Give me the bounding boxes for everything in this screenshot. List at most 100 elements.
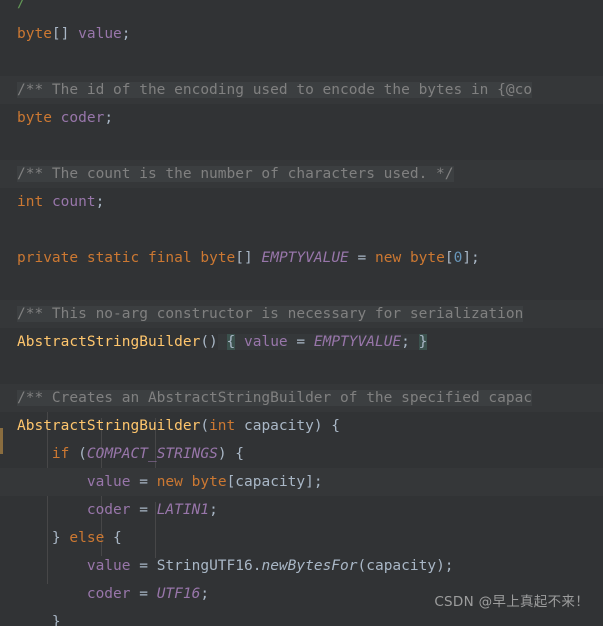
- code-token: UTF16: [156, 586, 201, 602]
- code-token: EMPTYVALUE: [313, 334, 402, 350]
- code-line[interactable]: /** The id of the encoding used to encod…: [0, 76, 603, 104]
- code-token: LATIN1: [156, 502, 210, 518]
- code-area[interactable]: / byte[] value;/** The id of the encoding…: [0, 0, 603, 626]
- code-token: value: [86, 474, 131, 490]
- code-token: /** This no-arg constructor is necessary…: [17, 306, 524, 322]
- code-token: static: [86, 250, 140, 266]
- code-token: count: [51, 194, 96, 210]
- code-token: ];: [462, 250, 480, 266]
- code-line[interactable]: AbstractStringBuilder(int capacity) {: [0, 412, 603, 440]
- code-line[interactable]: /** This no-arg constructor is necessary…: [0, 300, 603, 328]
- code-line[interactable]: [0, 132, 603, 160]
- code-token: private: [17, 250, 79, 266]
- code-token: {: [104, 530, 122, 546]
- code-token: ;: [200, 586, 210, 602]
- code-token: coder: [86, 586, 131, 602]
- code-token: =: [348, 250, 375, 266]
- code-token: [235, 334, 244, 350]
- code-token: /** Creates an AbstractStringBuilder of …: [17, 390, 533, 406]
- code-token: else: [69, 530, 105, 546]
- code-token: new: [156, 474, 183, 490]
- code-token: ;: [401, 334, 410, 350]
- code-token: if: [51, 446, 70, 462]
- code-token: byte: [17, 110, 52, 126]
- code-token: /: [17, 0, 26, 11]
- code-line[interactable]: [0, 272, 603, 300]
- code-token: AbstractStringBuilder: [17, 418, 201, 434]
- code-token: }: [418, 334, 428, 350]
- code-token: capacity) {: [235, 418, 341, 434]
- code-line[interactable]: [0, 216, 603, 244]
- code-token: =: [130, 474, 157, 490]
- code-token: coder: [60, 110, 105, 126]
- code-token: ;: [104, 110, 114, 126]
- code-token: int: [17, 194, 44, 210]
- code-line[interactable]: value = StringUTF16.newBytesFor(capacity…: [0, 552, 603, 580]
- code-token: final: [147, 250, 192, 266]
- code-line[interactable]: /** Creates an AbstractStringBuilder of …: [0, 384, 603, 412]
- code-token: newBytesFor: [261, 558, 358, 574]
- code-token: (: [69, 446, 87, 462]
- code-token: =: [130, 502, 157, 518]
- code-token: ;: [121, 26, 131, 42]
- code-line[interactable]: if (COMPACT_STRINGS) {: [0, 440, 603, 468]
- code-token: /** The id of the encoding used to encod…: [17, 82, 533, 98]
- code-token: (capacity);: [357, 558, 454, 574]
- code-line[interactable]: /: [0, 0, 603, 20]
- code-token: byte: [17, 26, 52, 42]
- code-token: value: [244, 334, 288, 350]
- code-token: int: [209, 418, 236, 434]
- code-line[interactable]: } else {: [0, 524, 603, 552]
- code-token: byte: [409, 250, 445, 266]
- code-token: }: [51, 614, 61, 626]
- code-token: =: [130, 558, 157, 574]
- csdn-watermark: CSDN @早上真起不来！: [434, 594, 589, 610]
- code-token: [capacity];: [226, 474, 323, 490]
- code-token: }: [51, 530, 70, 546]
- code-line[interactable]: [0, 356, 603, 384]
- code-line[interactable]: byte[] value;: [0, 20, 603, 48]
- code-token: coder: [86, 502, 131, 518]
- code-token: byte: [200, 250, 236, 266]
- code-token: ) {: [217, 446, 245, 462]
- code-line[interactable]: /** The count is the number of character…: [0, 160, 603, 188]
- code-token: []: [51, 26, 79, 42]
- code-line[interactable]: AbstractStringBuilder() { value = EMPTYV…: [0, 328, 603, 356]
- code-line[interactable]: int count;: [0, 188, 603, 216]
- code-token: [217, 334, 227, 350]
- code-token: StringUTF16.: [156, 558, 262, 574]
- code-line[interactable]: coder = LATIN1;: [0, 496, 603, 524]
- code-token: ;: [95, 194, 105, 210]
- code-token: ;: [209, 502, 218, 518]
- code-token: =: [130, 586, 157, 602]
- code-line[interactable]: byte coder;: [0, 104, 603, 132]
- code-token: /** The count is the number of character…: [17, 166, 454, 182]
- code-line[interactable]: [0, 48, 603, 76]
- code-token: COMPACT_STRINGS: [86, 446, 218, 462]
- code-token: value: [78, 26, 122, 42]
- code-token: [: [444, 250, 454, 266]
- code-line[interactable]: value = new byte[capacity];: [0, 468, 603, 496]
- code-token: []: [235, 250, 262, 266]
- code-token: byte: [191, 474, 227, 490]
- code-token: =: [287, 334, 314, 350]
- code-token: [409, 334, 419, 350]
- code-token: (: [200, 418, 210, 434]
- code-token: value: [86, 558, 131, 574]
- code-token: {: [226, 334, 236, 350]
- code-editor-screenshot: / byte[] value;/** The id of the encoding…: [0, 0, 603, 626]
- code-line[interactable]: private static final byte[] EMPTYVALUE =…: [0, 244, 603, 272]
- code-token: new: [375, 250, 402, 266]
